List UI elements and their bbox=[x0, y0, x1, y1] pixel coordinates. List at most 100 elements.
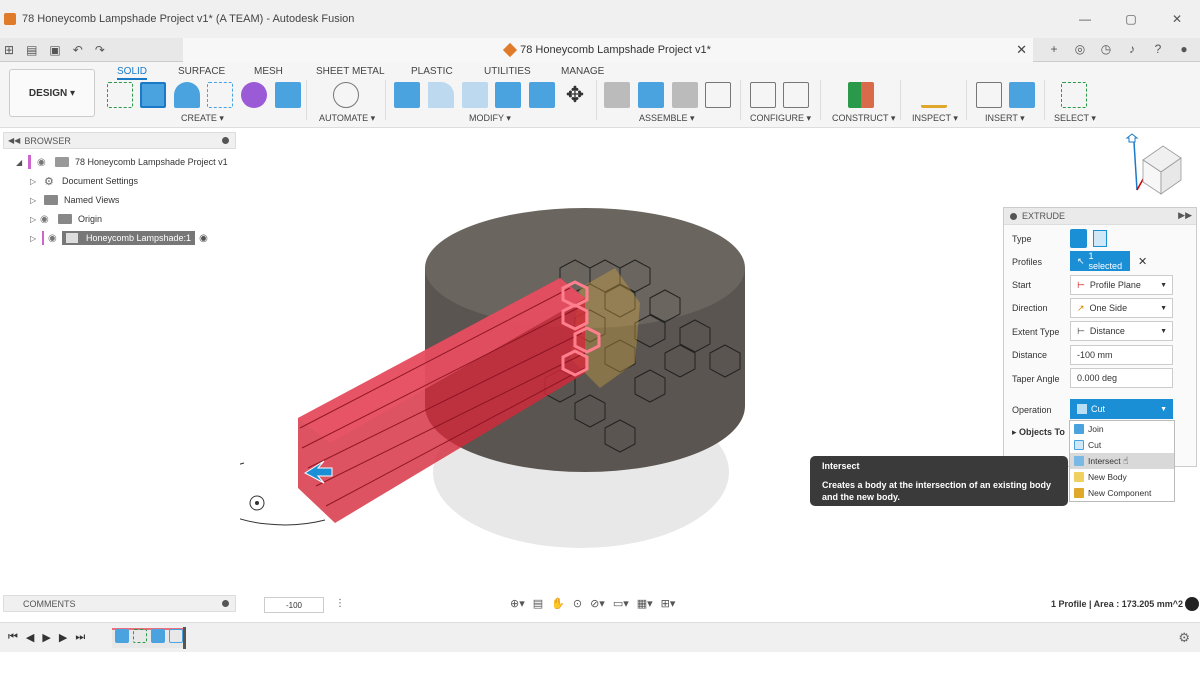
home-icon[interactable] bbox=[1125, 133, 1139, 143]
dialog-pin-icon[interactable] bbox=[1010, 213, 1017, 220]
configure-group-label[interactable]: CONFIGURE ▾ bbox=[750, 113, 811, 124]
grid-settings-icon[interactable]: ▦▾ bbox=[637, 597, 653, 610]
automate-icon[interactable] bbox=[333, 82, 359, 108]
inspect-group-label[interactable]: INSPECT ▾ bbox=[912, 113, 958, 124]
extrude-icon[interactable] bbox=[140, 82, 166, 108]
construct-group-label[interactable]: CONSTRUCT ▾ bbox=[832, 113, 895, 124]
move-copy-icon[interactable]: ✥ bbox=[562, 82, 588, 108]
clear-selection-icon[interactable]: ✕ bbox=[1138, 255, 1147, 268]
timeline-sketch-feature[interactable] bbox=[133, 629, 147, 643]
shell-icon[interactable] bbox=[462, 82, 488, 108]
extrude-dialog-header[interactable]: EXTRUDE ▶▶ bbox=[1004, 208, 1196, 225]
measure-icon[interactable] bbox=[921, 82, 947, 108]
insert-group-label[interactable]: INSERT ▾ bbox=[985, 113, 1025, 124]
status-indicator-icon[interactable] bbox=[1185, 597, 1199, 611]
tree-item-named-views[interactable]: ▷ Named Views bbox=[30, 191, 119, 209]
insert-canvas-icon[interactable] bbox=[1009, 82, 1035, 108]
visibility-eye-icon[interactable]: ◉ bbox=[48, 233, 62, 244]
redo-icon[interactable]: ↷ bbox=[95, 43, 105, 57]
canvas-viewport[interactable] bbox=[240, 128, 1000, 598]
combine-icon[interactable] bbox=[495, 82, 521, 108]
browser-header[interactable]: ◀◀ BROWSER bbox=[3, 132, 236, 149]
add-comment-icon[interactable] bbox=[222, 600, 229, 607]
minimize-button[interactable]: — bbox=[1062, 0, 1108, 38]
joint-origin-icon[interactable] bbox=[705, 82, 731, 108]
timeline-extrude-feature[interactable] bbox=[151, 629, 165, 643]
close-tab-button[interactable]: ✕ bbox=[1016, 42, 1027, 58]
extensions-icon[interactable]: ◎ bbox=[1072, 40, 1088, 58]
visibility-eye-icon[interactable]: ◉ bbox=[40, 214, 54, 225]
box-icon[interactable] bbox=[275, 82, 301, 108]
expand-dialog-icon[interactable]: ▶▶ bbox=[1178, 210, 1192, 221]
orbit-icon[interactable]: ⊕▾ bbox=[510, 597, 525, 610]
operation-option-cut[interactable]: Cut bbox=[1070, 437, 1174, 453]
tree-root[interactable]: ◢ ◉ 78 Honeycomb Lampshade Project v1 bbox=[16, 153, 228, 171]
start-select[interactable]: ⊢ Profile Plane ▼ bbox=[1070, 275, 1173, 295]
offset-plane-icon[interactable] bbox=[848, 82, 874, 108]
type-solid-button[interactable] bbox=[1070, 229, 1087, 248]
display-settings-icon[interactable]: ▭▾ bbox=[613, 597, 629, 610]
taper-angle-input[interactable]: 0.000 deg bbox=[1070, 368, 1173, 388]
modify-group-label[interactable]: MODIFY ▾ bbox=[469, 113, 511, 124]
operation-option-new-body[interactable]: New Body bbox=[1070, 469, 1174, 485]
create-group-label[interactable]: CREATE ▾ bbox=[181, 113, 224, 124]
automate-group-label[interactable]: AUTOMATE ▾ bbox=[319, 113, 375, 124]
select-group-label[interactable]: SELECT ▾ bbox=[1054, 113, 1096, 124]
tree-item-origin[interactable]: ▷ ◉ Origin bbox=[30, 210, 102, 228]
tab-solid[interactable]: SOLID bbox=[117, 66, 148, 80]
form-icon[interactable] bbox=[241, 82, 267, 108]
expand-arrow-icon[interactable]: ▷ bbox=[30, 215, 40, 224]
close-window-button[interactable]: ✕ bbox=[1154, 0, 1200, 38]
collapse-arrow-icon[interactable]: ◢ bbox=[16, 158, 26, 167]
revolve-icon[interactable] bbox=[174, 82, 200, 108]
expand-arrow-icon[interactable]: ▷ bbox=[30, 177, 40, 186]
viewports-icon[interactable]: ⊞▾ bbox=[661, 597, 676, 610]
zoom-window-icon[interactable]: ⊘▾ bbox=[590, 597, 605, 610]
configure-icon[interactable] bbox=[750, 82, 776, 108]
timeline-marker[interactable] bbox=[183, 627, 186, 649]
document-tab[interactable]: 78 Honeycomb Lampshade Project v1* ✕ bbox=[183, 38, 1033, 62]
create-sketch-icon[interactable] bbox=[107, 82, 133, 108]
pin-icon[interactable] bbox=[222, 137, 229, 144]
file-icon[interactable]: ▤ bbox=[26, 43, 37, 57]
grid-menu-icon[interactable]: ⊞ bbox=[4, 43, 14, 57]
timeline-settings-gear-icon[interactable]: ⚙ bbox=[1178, 630, 1190, 646]
operation-option-intersect[interactable]: Intersect ☝ bbox=[1070, 453, 1174, 469]
extent-type-select[interactable]: ⊢ Distance ▼ bbox=[1070, 321, 1173, 341]
joint-icon[interactable] bbox=[638, 82, 664, 108]
zoom-icon[interactable]: ⊙ bbox=[573, 597, 582, 610]
tab-surface[interactable]: SURFACE bbox=[178, 66, 225, 77]
timeline-pattern-feature[interactable] bbox=[169, 629, 183, 643]
type-thin-button[interactable] bbox=[1093, 230, 1107, 247]
more-options-icon[interactable]: ⋮ bbox=[335, 598, 345, 609]
expand-arrow-icon[interactable]: ▷ bbox=[30, 196, 40, 205]
operation-option-new-component[interactable]: New Component bbox=[1070, 485, 1174, 501]
assemble-group-label[interactable]: ASSEMBLE ▾ bbox=[639, 113, 695, 124]
view-cube[interactable] bbox=[1125, 132, 1195, 202]
timeline-sketch-feature[interactable] bbox=[115, 629, 129, 643]
objects-to-cut-section[interactable]: ▸ Objects To bbox=[1012, 427, 1065, 438]
sweep-icon[interactable] bbox=[207, 82, 233, 108]
help-icon[interactable]: ? bbox=[1150, 40, 1166, 58]
tree-item-component[interactable]: ▷ ◉ Honeycomb Lampshade:1 ◉ bbox=[30, 229, 208, 247]
look-at-icon[interactable]: ▤ bbox=[533, 597, 543, 610]
tree-item-document-settings[interactable]: ▷ ⚙ Document Settings bbox=[30, 172, 138, 190]
go-to-start-icon[interactable]: ⏮ bbox=[8, 631, 18, 644]
visibility-eye-icon[interactable]: ◉ bbox=[37, 157, 51, 168]
fillet-icon[interactable] bbox=[428, 82, 454, 108]
offset-face-icon[interactable] bbox=[529, 82, 555, 108]
operation-select[interactable]: Cut ▼ bbox=[1070, 399, 1173, 419]
as-built-joint-icon[interactable] bbox=[672, 82, 698, 108]
tab-manage[interactable]: MANAGE bbox=[561, 66, 604, 77]
configuration-table-icon[interactable] bbox=[783, 82, 809, 108]
comments-panel[interactable]: COMMENTS bbox=[3, 595, 236, 612]
job-status-icon[interactable]: ◷ bbox=[1098, 40, 1114, 58]
distance-heads-up-input[interactable]: -100 bbox=[264, 597, 324, 613]
activate-radio-icon[interactable]: ◉ bbox=[199, 233, 208, 244]
go-to-end-icon[interactable]: ⏭ bbox=[75, 631, 85, 644]
maximize-button[interactable]: ▢ bbox=[1108, 0, 1154, 38]
pan-icon[interactable]: ✋ bbox=[551, 597, 565, 610]
expand-arrow-icon[interactable]: ▷ bbox=[30, 234, 40, 243]
undo-icon[interactable]: ↶ bbox=[73, 43, 83, 57]
play-icon[interactable]: ▶ bbox=[42, 631, 50, 644]
